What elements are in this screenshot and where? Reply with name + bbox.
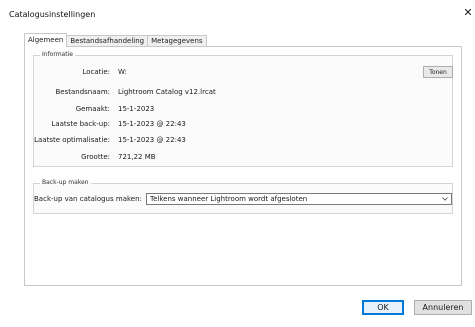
close-icon[interactable]: ✕ bbox=[461, 4, 475, 22]
locatie-label: Locatie: bbox=[82, 68, 110, 76]
laatste-optimalisatie-label: Laatste optimalisatie: bbox=[34, 136, 110, 144]
backup-select-label: Back-up van catalogus maken: bbox=[34, 195, 142, 203]
backup-group-label: Back-up maken bbox=[40, 179, 91, 186]
laatste-optimalisatie-value: 15-1-2023 @ 22:43 bbox=[118, 136, 186, 144]
tab-panel-algemeen: Informatie Back-up maken bbox=[24, 46, 462, 286]
info-row-bestandsnaam: Bestandsnaam: bbox=[0, 87, 110, 97]
bestandsnaam-label: Bestandsnaam: bbox=[55, 88, 110, 96]
tab-algemeen[interactable]: Algemeen bbox=[24, 33, 68, 47]
backup-frequency-select[interactable]: Telkens wanneer Lightroom wordt afgeslot… bbox=[146, 193, 452, 205]
info-row-gemaakt: Gemaakt: bbox=[0, 104, 110, 114]
gemaakt-value: 15-1-2023 bbox=[118, 105, 155, 113]
chevron-down-icon bbox=[442, 197, 448, 201]
info-row-laatste-backup: Laatste back-up: bbox=[0, 119, 110, 129]
grootte-value: 721,22 MB bbox=[118, 153, 156, 161]
title-bar: Catalogusinstellingen ✕ bbox=[0, 0, 475, 29]
info-row-grootte: Grootte: bbox=[0, 152, 110, 162]
gemaakt-label: Gemaakt: bbox=[75, 105, 110, 113]
backup-frequency-value: Telkens wanneer Lightroom wordt afgeslot… bbox=[150, 195, 308, 203]
locatie-value: W: bbox=[118, 68, 127, 76]
info-row-laatste-optimalisatie: Laatste optimalisatie: bbox=[0, 135, 110, 145]
ok-button[interactable]: OK bbox=[362, 300, 404, 315]
cancel-button[interactable]: Annuleren bbox=[414, 300, 472, 315]
info-group-label: Informatie bbox=[40, 51, 75, 58]
window-title: Catalogusinstellingen bbox=[9, 10, 96, 19]
bestandsnaam-value: Lightroom Catalog v12.lrcat bbox=[118, 88, 216, 96]
info-row-locatie: Locatie: bbox=[0, 67, 110, 77]
grootte-label: Grootte: bbox=[81, 153, 110, 161]
laatste-backup-value: 15-1-2023 @ 22:43 bbox=[118, 120, 186, 128]
laatste-backup-label: Laatste back-up: bbox=[51, 120, 110, 128]
show-location-button[interactable]: Tonen bbox=[423, 66, 453, 78]
